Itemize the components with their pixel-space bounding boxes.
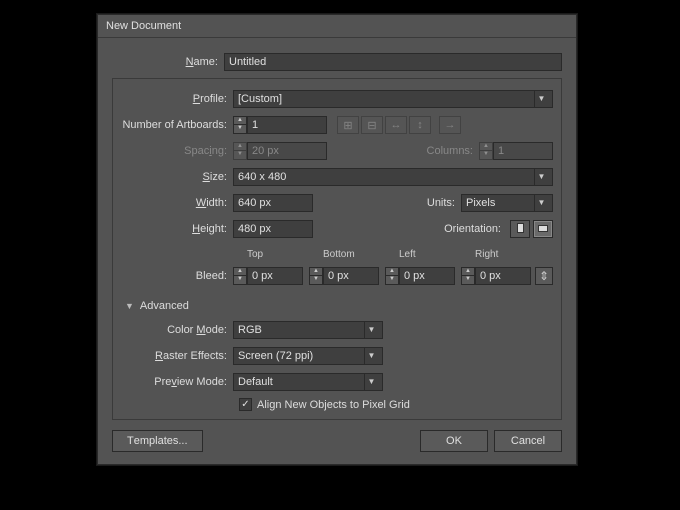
columns-label: Columns: <box>411 145 479 157</box>
profile-select[interactable]: [Custom] ▼ <box>233 90 553 108</box>
profile-label: Profile: <box>121 93 233 105</box>
orientation-portrait-button[interactable] <box>510 220 530 238</box>
bleed-bottom-input[interactable] <box>323 267 379 285</box>
color-mode-select[interactable]: RGB ▼ <box>233 321 383 339</box>
advanced-label: Advanced <box>140 300 189 312</box>
bleed-top-label: Top <box>233 249 303 260</box>
chevron-down-icon: ▼ <box>534 91 548 107</box>
artboards-label: Number of Artboards: <box>121 119 233 131</box>
bleed-right-label: Right <box>461 249 531 260</box>
bleed-top-stepper[interactable]: ▲▼ <box>233 267 247 285</box>
width-label: Width: <box>121 197 233 209</box>
arrange-rtl-icon: → <box>439 116 461 134</box>
columns-input <box>493 142 553 160</box>
height-input[interactable] <box>233 220 313 238</box>
name-input[interactable] <box>224 53 562 71</box>
templates-button[interactable]: Templates... <box>112 430 203 452</box>
raster-effects-select[interactable]: Screen (72 ppi) ▼ <box>233 347 383 365</box>
height-label: Height: <box>121 223 233 235</box>
preview-mode-select[interactable]: Default ▼ <box>233 373 383 391</box>
orientation-landscape-button[interactable] <box>533 220 553 238</box>
dialog-content: Name: Profile: [Custom] ▼ Number of Artb… <box>98 38 576 464</box>
spacing-input <box>247 142 327 160</box>
artboards-stepper[interactable]: ▲▼ <box>233 116 247 134</box>
raster-effects-value: Screen (72 ppi) <box>238 348 313 364</box>
bleed-link-icon[interactable]: ⇕ <box>535 267 553 285</box>
arrange-row-icon: ↔ <box>385 116 407 134</box>
name-label: Name: <box>112 56 224 68</box>
bleed-bottom-label: Bottom <box>309 249 379 260</box>
width-input[interactable] <box>233 194 313 212</box>
color-mode-value: RGB <box>238 322 262 338</box>
bleed-right-stepper[interactable]: ▲▼ <box>461 267 475 285</box>
chevron-down-icon: ▼ <box>364 322 378 338</box>
artboards-input[interactable] <box>247 116 327 134</box>
arrange-grid-row-icon: ⊞ <box>337 116 359 134</box>
advanced-toggle[interactable]: ▼ Advanced <box>121 292 553 320</box>
color-mode-label: Color Mode: <box>121 324 233 336</box>
new-document-dialog: New Document Name: Profile: [Custom] ▼ N… <box>97 14 577 465</box>
bleed-label: Bleed: <box>121 270 233 282</box>
size-select[interactable]: 640 x 480 ▼ <box>233 168 553 186</box>
units-label: Units: <box>413 197 461 209</box>
chevron-down-icon: ▼ <box>534 169 548 185</box>
preview-mode-label: Preview Mode: <box>121 376 233 388</box>
bleed-top-input[interactable] <box>247 267 303 285</box>
bleed-left-stepper[interactable]: ▲▼ <box>385 267 399 285</box>
arrange-grid-col-icon: ⊟ <box>361 116 383 134</box>
ok-button[interactable]: OK <box>420 430 488 452</box>
bleed-bottom-stepper[interactable]: ▲▼ <box>309 267 323 285</box>
chevron-down-icon: ▼ <box>364 374 378 390</box>
size-value: 640 x 480 <box>238 169 286 185</box>
bleed-left-label: Left <box>385 249 455 260</box>
profile-value: [Custom] <box>238 91 282 107</box>
align-grid-checkbox[interactable]: ✓ <box>239 398 252 411</box>
units-select[interactable]: Pixels ▼ <box>461 194 553 212</box>
orientation-label: Orientation: <box>431 223 507 235</box>
columns-stepper: ▲▼ <box>479 142 493 160</box>
spacing-label: Spacing: <box>121 145 233 157</box>
cancel-button[interactable]: Cancel <box>494 430 562 452</box>
bleed-right-input[interactable] <box>475 267 531 285</box>
preview-mode-value: Default <box>238 374 273 390</box>
size-label: Size: <box>121 171 233 183</box>
disclosure-triangle-icon: ▼ <box>125 301 134 311</box>
arrange-col-icon: ↕ <box>409 116 431 134</box>
raster-effects-label: Raster Effects: <box>121 350 233 362</box>
chevron-down-icon: ▼ <box>364 348 378 364</box>
document-settings-group: Profile: [Custom] ▼ Number of Artboards:… <box>112 78 562 420</box>
spacing-stepper: ▲▼ <box>233 142 247 160</box>
dialog-title: New Document <box>98 15 576 38</box>
chevron-down-icon: ▼ <box>534 195 548 211</box>
units-value: Pixels <box>466 195 495 211</box>
bleed-left-input[interactable] <box>399 267 455 285</box>
align-grid-label: Align New Objects to Pixel Grid <box>257 399 410 411</box>
